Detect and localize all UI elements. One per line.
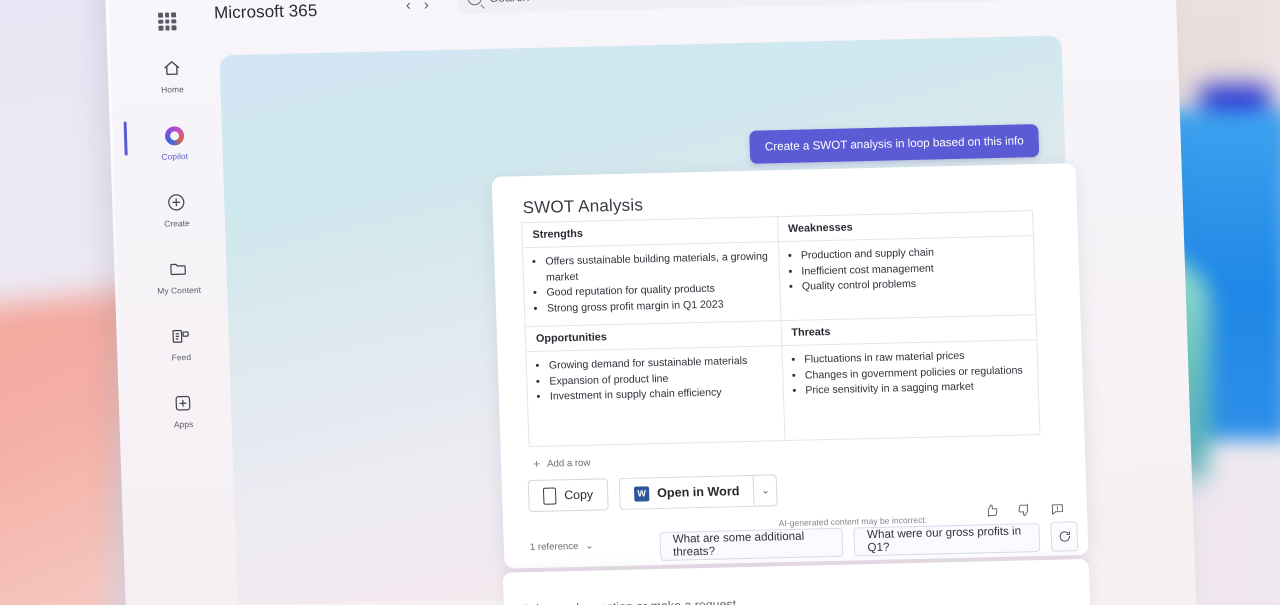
top-bar: Microsoft 365 ‹ › Search: [104, 0, 1176, 31]
refresh-suggestions-button[interactable]: [1050, 521, 1079, 552]
copy-button[interactable]: Copy: [527, 478, 609, 513]
open-in-word-button[interactable]: W Open in Word: [618, 474, 754, 510]
feed-icon: [168, 324, 193, 349]
thumbs-up-icon[interactable]: [984, 503, 999, 518]
chevron-right-icon[interactable]: ›: [424, 0, 430, 13]
copy-button-label: Copy: [563, 487, 594, 503]
quadrant-list-threats: Fluctuations in raw material prices Chan…: [782, 340, 1039, 409]
sidebar: Home Copilot Create My Content Feed Apps: [133, 52, 222, 456]
copilot-response-card: SWOT Analysis Strengths Offers sustainab…: [491, 163, 1089, 569]
copy-icon: [542, 486, 557, 505]
sidebar-item-copilot[interactable]: Copilot: [136, 119, 214, 167]
waffle-grid-icon[interactable]: [157, 12, 177, 31]
quadrant-list-weaknesses: Production and supply chain Inefficient …: [778, 236, 1035, 305]
copilot-icon: [162, 123, 187, 148]
sidebar-item-home[interactable]: Home: [133, 52, 211, 100]
search-placeholder: Search: [489, 0, 529, 5]
chevron-left-icon[interactable]: ‹: [406, 0, 412, 14]
plus-square-icon: [171, 391, 196, 416]
quadrant-list-opportunities: Growing demand for sustainable materials…: [526, 346, 783, 415]
open-in-word-label: Open in Word: [656, 484, 740, 501]
nav-arrows: ‹ ›: [406, 0, 430, 14]
sidebar-item-label: Feed: [171, 352, 192, 363]
reference-label: 1 reference: [529, 540, 579, 554]
swot-table: Strengths Offers sustainable building ma…: [521, 210, 1041, 448]
app-window: Microsoft 365 ‹ › Search Home: [104, 0, 1198, 605]
table-row: Opportunities Growing demand for sustain…: [525, 314, 1040, 447]
open-in-word-group: W Open in Word ⌄: [618, 474, 778, 510]
chevron-down-icon: ⌄: [585, 540, 594, 552]
suggestion-chip-threats[interactable]: What are some additional threats?: [659, 527, 844, 561]
page-title: SWOT Analysis: [522, 195, 644, 218]
sidebar-item-label: Apps: [173, 419, 194, 430]
composer-placeholder: Ask a work question or make a request: [522, 597, 737, 605]
user-message-bubble: Create a SWOT analysis in loop based on …: [749, 124, 1040, 164]
chevron-down-icon[interactable]: ⌄: [752, 474, 778, 507]
card-action-row: Copy W Open in Word ⌄: [527, 474, 778, 513]
feedback-icon[interactable]: [1050, 501, 1065, 516]
suggestion-chip-gross-profits[interactable]: What were our gross profits in Q1?: [853, 522, 1041, 556]
reference-toggle[interactable]: 1 reference ⌄: [530, 541, 594, 553]
word-icon: W: [633, 485, 650, 502]
home-icon: [159, 56, 184, 81]
app-window-wrapper: Microsoft 365 ‹ › Search Home: [104, 0, 1198, 605]
feedback-icon-row: [984, 501, 1065, 518]
sidebar-item-apps[interactable]: Apps: [144, 386, 222, 434]
sidebar-item-label: Create: [163, 218, 191, 229]
folder-icon: [166, 257, 191, 282]
thumbs-down-icon[interactable]: [1017, 502, 1032, 517]
add-row-button[interactable]: + Add a row: [532, 456, 591, 472]
screenshot-stage: Microsoft 365 ‹ › Search Home: [0, 0, 1280, 605]
sidebar-item-create[interactable]: Create: [138, 185, 216, 233]
search-input[interactable]: Search: [457, 0, 1039, 14]
add-row-label: Add a row: [546, 457, 591, 470]
sidebar-item-label: Copilot: [161, 151, 189, 162]
app-brand-title: Microsoft 365: [213, 0, 318, 23]
plus-circle-icon: [164, 190, 189, 215]
search-icon: [467, 0, 482, 6]
chat-panel: Create a SWOT analysis in loop based on …: [219, 35, 1092, 605]
sidebar-item-label: My Content: [157, 284, 202, 296]
sidebar-item-feed[interactable]: Feed: [142, 319, 220, 367]
sidebar-item-label: Home: [160, 84, 185, 95]
sidebar-item-my-content[interactable]: My Content: [140, 252, 218, 300]
quadrant-list-strengths: Offers sustainable building materials, a…: [523, 242, 780, 326]
plus-icon: +: [532, 456, 541, 472]
table-row: Strengths Offers sustainable building ma…: [521, 210, 1036, 327]
